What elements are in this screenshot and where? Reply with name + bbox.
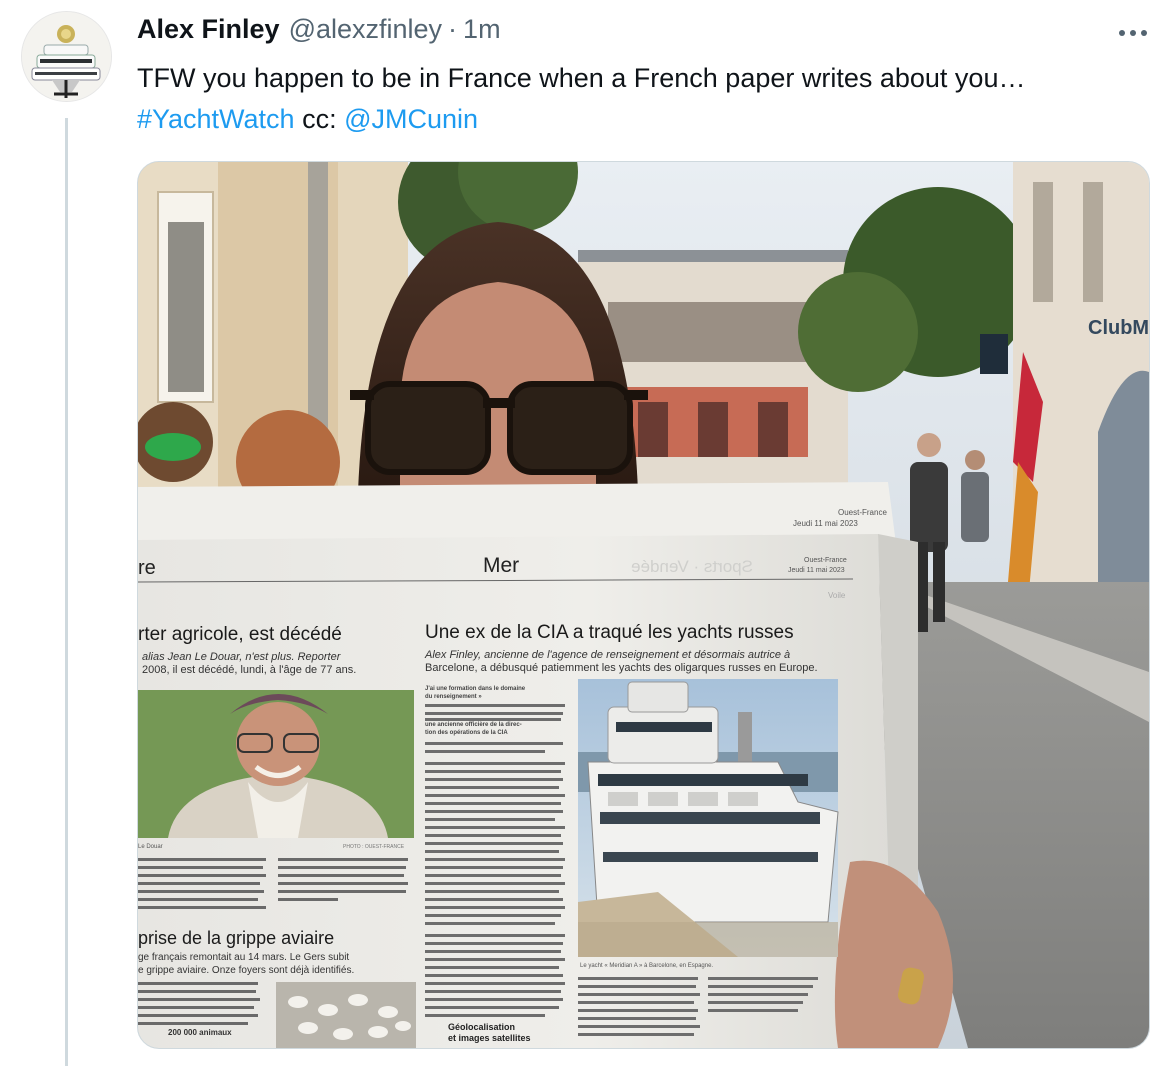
- cc-label: cc:: [294, 104, 345, 134]
- left-lede-2: 2008, il est décédé, lundi, à l'âge de 7…: [142, 664, 356, 676]
- mirrored-section-text: Sports · Vendée: [631, 557, 753, 576]
- tweet-header: Alex Finley @alexzfinley · 1m: [137, 14, 501, 50]
- author-avatar[interactable]: [21, 11, 112, 102]
- back-paper-date: Jeudi 11 mai 2023: [793, 519, 858, 528]
- header-separator: ·: [448, 14, 458, 44]
- photo-credit: PHOTO : OUEST-FRANCE: [343, 844, 405, 850]
- thread-line: [65, 118, 68, 1066]
- yacht-avatar-icon: [22, 12, 111, 101]
- main-lede-1: Alex Finley, ancienne de l'agence de ren…: [424, 649, 790, 661]
- front-section: Mer: [483, 554, 519, 577]
- main-lede-2: Barcelone, a débusqué patiemment les yac…: [425, 662, 818, 674]
- photo-caption-left: Le Douar: [138, 844, 163, 850]
- subhead: Géolocalisation: [448, 1022, 515, 1032]
- mention-link[interactable]: @JMCunin: [344, 104, 478, 134]
- tweet-text: TFW you happen to be in France when a Fr…: [137, 58, 1147, 140]
- tweet-timestamp[interactable]: 1m: [463, 14, 501, 45]
- left-footer: 200 000 animaux: [168, 1028, 232, 1037]
- column-bold-4: tion des opérations de la CIA: [425, 730, 508, 736]
- left-headline-2: prise de la grippe aviaire: [138, 928, 334, 948]
- column-bold-3: une ancienne officière de la direc-: [425, 722, 522, 728]
- more-icon[interactable]: [1118, 18, 1148, 38]
- front-section-left: re: [138, 557, 156, 579]
- front-paper-date: Jeudi 11 mai 2023: [788, 567, 845, 574]
- main-headline: Une ex de la CIA a traqué les yachts rus…: [425, 622, 794, 643]
- subhead-2: et images satellites: [448, 1033, 531, 1043]
- author-handle[interactable]: @alexzfinley: [289, 14, 442, 45]
- left-lede-4: e grippe aviaire. Onze foyers sont déjà …: [138, 965, 354, 976]
- mirrored-section-right: Voile: [828, 591, 846, 600]
- front-paper-name: Ouest-France: [804, 557, 847, 564]
- column-bold-2: du renseignement »: [425, 694, 482, 700]
- storefront-sign: ClubMed: [1088, 317, 1149, 339]
- tweet-text-line: TFW you happen to be in France when a Fr…: [137, 63, 1026, 93]
- left-headline: rter agricole, est décédé: [138, 624, 342, 645]
- column-bold-1: J'ai une formation dans le domaine: [425, 686, 526, 692]
- yacht-caption: Le yacht « Meridian A » à Barcelone, en …: [580, 963, 713, 969]
- hashtag-link[interactable]: #YachtWatch: [137, 104, 295, 134]
- tweet-text-line-2: #YachtWatch cc: @JMCunin: [137, 99, 1147, 140]
- author-display-name[interactable]: Alex Finley: [137, 14, 280, 45]
- left-lede-3: ge français remontait au 14 mars. Le Ger…: [138, 952, 349, 963]
- back-paper-name: Ouest-France: [838, 508, 887, 517]
- left-lede-1: alias Jean Le Douar, n'est plus. Reporte…: [142, 651, 342, 663]
- tweet-photo[interactable]: ClubMed Ouest-France Jeudi 11 mai 2023 r…: [137, 161, 1150, 1049]
- photo-scene: ClubMed Ouest-France Jeudi 11 mai 2023 r…: [138, 162, 1149, 1048]
